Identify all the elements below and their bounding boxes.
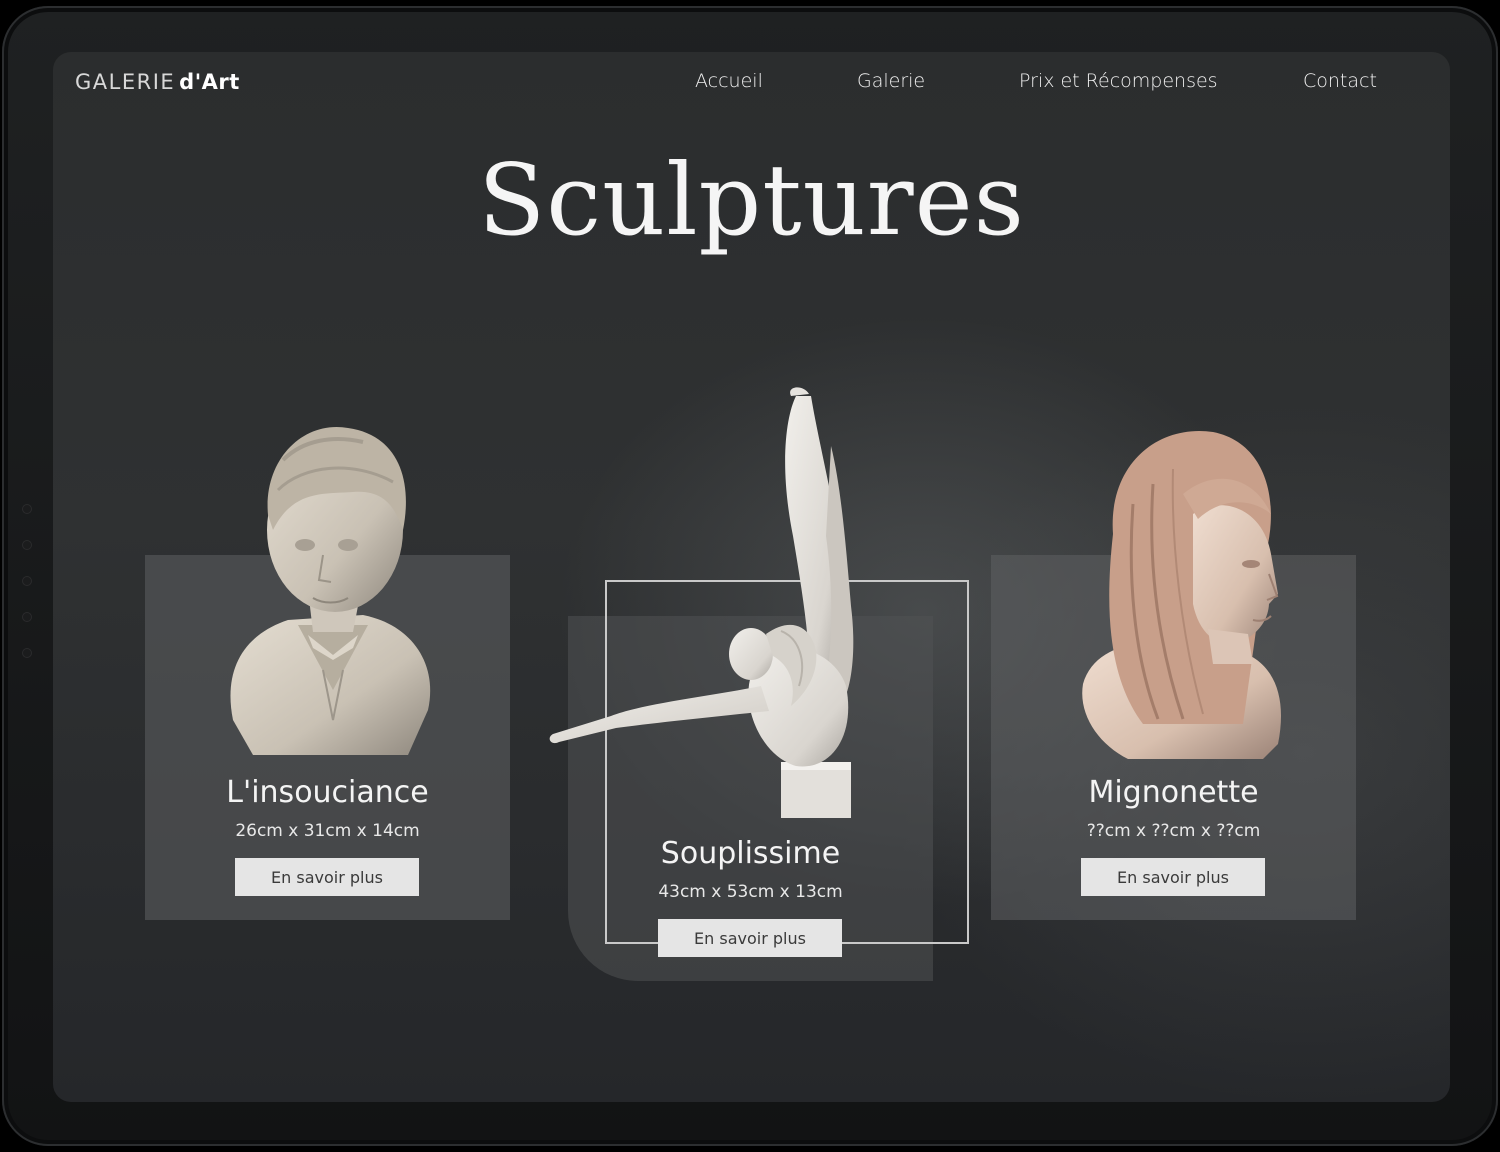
- artwork-title: Souplissime: [660, 836, 841, 871]
- nav-item-contact[interactable]: Contact: [1303, 70, 1377, 92]
- learn-more-button[interactable]: En savoir plus: [1081, 858, 1265, 896]
- boy-bust-image[interactable]: [213, 420, 443, 760]
- side-button: [22, 504, 32, 514]
- nav-item-accueil[interactable]: Accueil: [695, 70, 763, 92]
- nav-item-galerie[interactable]: Galerie: [857, 70, 925, 92]
- girl-bust-image[interactable]: [1073, 424, 1303, 764]
- page-title: Sculptures: [478, 144, 1025, 258]
- artwork-dimensions: ??cm x ??cm x ??cm: [1086, 821, 1261, 841]
- learn-more-button[interactable]: En savoir plus: [235, 858, 419, 896]
- screen: GALERIE d'Art Accueil Galerie Prix et Réc…: [53, 52, 1450, 1102]
- side-button: [22, 648, 32, 658]
- nav-item-prix[interactable]: Prix et Récompenses: [1019, 70, 1218, 92]
- artwork-title: L'insouciance: [226, 775, 429, 810]
- side-button: [22, 540, 32, 550]
- gymnast-sculpture-image[interactable]: [541, 386, 871, 826]
- artwork-dimensions: 43cm x 53cm x 13cm: [658, 882, 843, 902]
- artwork-title: Mignonette: [1088, 775, 1259, 810]
- main-nav: Accueil Galerie Prix et Récompenses Cont…: [53, 70, 1450, 100]
- artwork-dimensions: 26cm x 31cm x 14cm: [235, 821, 420, 841]
- side-button: [22, 612, 32, 622]
- side-button: [22, 576, 32, 586]
- learn-more-button[interactable]: En savoir plus: [658, 919, 842, 957]
